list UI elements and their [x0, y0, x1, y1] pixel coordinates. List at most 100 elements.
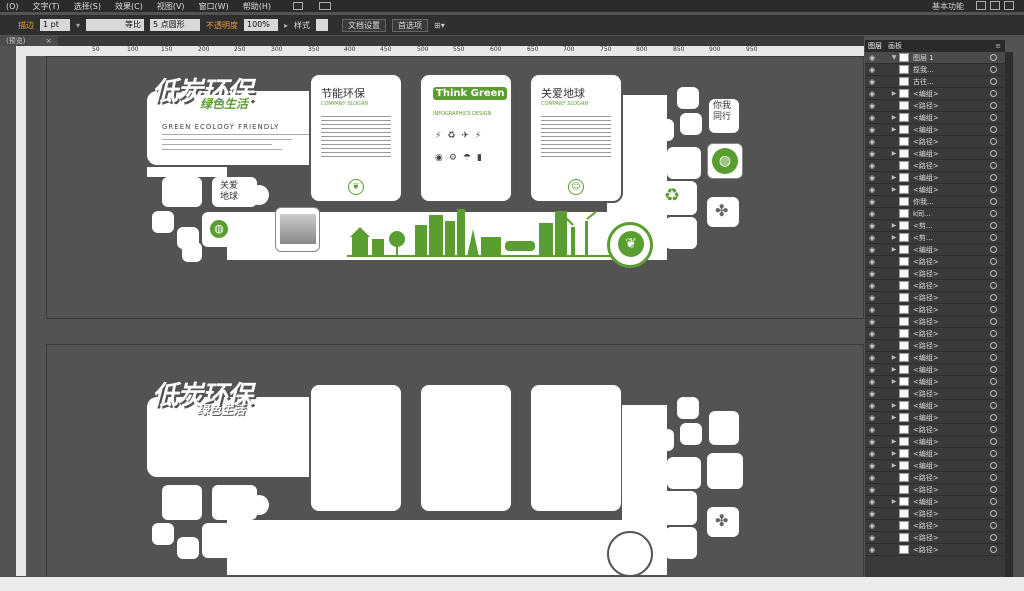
stroke-label[interactable]: 描边 [18, 20, 34, 31]
eye-icon[interactable]: ◉ [865, 246, 879, 254]
layer-row[interactable]: ◉ ▶ <编组> [865, 412, 1005, 424]
target-icon[interactable] [990, 498, 997, 505]
layer-row[interactable]: ◉ ▶ <剪... [865, 232, 1005, 244]
expand-arrow-icon[interactable]: ▶ [889, 186, 899, 193]
close-tab-icon[interactable]: × [46, 37, 52, 45]
maximize-icon[interactable] [990, 1, 1000, 10]
menu-item[interactable]: 视图(V) [157, 1, 185, 12]
eye-icon[interactable]: ◉ [865, 486, 879, 494]
target-icon[interactable] [990, 66, 997, 73]
layer-name[interactable]: <编组> [913, 149, 990, 159]
layer-name[interactable]: <编组> [913, 245, 990, 255]
layer-name[interactable]: <路径> [913, 521, 990, 531]
layer-row[interactable]: ◉ <路径> [865, 532, 1005, 544]
target-icon[interactable] [990, 78, 997, 85]
layer-row[interactable]: ◉ ▶ <编组> [865, 124, 1005, 136]
tab-layers[interactable]: 图层 [868, 41, 882, 51]
target-icon[interactable] [990, 366, 997, 373]
eye-icon[interactable]: ◉ [865, 306, 879, 314]
target-icon[interactable] [990, 102, 997, 109]
expand-arrow-icon[interactable]: ▶ [889, 378, 899, 385]
layer-name[interactable]: k同... [913, 209, 990, 219]
eye-icon[interactable]: ◉ [865, 114, 879, 122]
document-setup-button[interactable]: 文档设置 [342, 18, 387, 32]
arrange-icon[interactable]: ⊞▾ [434, 21, 445, 30]
layer-row[interactable]: ◉ ▶ <编组> [865, 436, 1005, 448]
layer-name[interactable]: <路径> [913, 317, 990, 327]
target-icon[interactable] [990, 354, 997, 361]
eye-icon[interactable]: ◉ [865, 474, 879, 482]
expand-arrow-icon[interactable]: ▶ [889, 90, 899, 97]
layer-name[interactable]: 图层 1 [913, 53, 990, 63]
eye-icon[interactable]: ◉ [865, 354, 879, 362]
artboard-2[interactable]: 低炭环保 绿色生活 ✤ [46, 344, 864, 576]
layer-name[interactable]: <编组> [913, 497, 990, 507]
target-icon[interactable] [990, 222, 997, 229]
preferences-button[interactable]: 首选项 [392, 18, 429, 32]
eye-icon[interactable]: ◉ [865, 126, 879, 134]
layer-name[interactable]: <路径> [913, 509, 990, 519]
target-icon[interactable] [990, 162, 997, 169]
layer-row[interactable]: ◉ <路径> [865, 424, 1005, 436]
eye-icon[interactable]: ◉ [865, 282, 879, 290]
eye-icon[interactable]: ◉ [865, 510, 879, 518]
opacity-label[interactable]: 不透明度 [206, 20, 238, 31]
eye-icon[interactable]: ◉ [865, 138, 879, 146]
expand-arrow-icon[interactable]: ▶ [889, 246, 899, 253]
target-icon[interactable] [990, 402, 997, 409]
layer-row[interactable]: ◉ ▶ <编组> [865, 88, 1005, 100]
target-icon[interactable] [990, 246, 997, 253]
expand-arrow-icon[interactable]: ▶ [889, 126, 899, 133]
expand-arrow-icon[interactable]: ▶ [889, 174, 899, 181]
layer-name[interactable]: <编组> [913, 125, 990, 135]
layer-name[interactable]: <编组> [913, 461, 990, 471]
target-icon[interactable] [990, 342, 997, 349]
stroke-weight-field[interactable]: 1 pt [40, 19, 70, 31]
layer-name[interactable]: <编组> [913, 365, 990, 375]
target-icon[interactable] [990, 210, 997, 217]
target-icon[interactable] [990, 414, 997, 421]
layer-row[interactable]: ◉ <路径> [865, 136, 1005, 148]
layer-name[interactable]: <路径> [913, 329, 990, 339]
layer-row[interactable]: ◉ ▶ <编组> [865, 112, 1005, 124]
layer-row[interactable]: ◉ <路径> [865, 304, 1005, 316]
target-icon[interactable] [990, 270, 997, 277]
layer-name[interactable]: <编组> [913, 353, 990, 363]
layer-name[interactable]: <编组> [913, 185, 990, 195]
menu-item[interactable]: 选择(S) [74, 1, 101, 12]
target-icon[interactable] [990, 438, 997, 445]
eye-icon[interactable]: ◉ [865, 150, 879, 158]
target-icon[interactable] [990, 330, 997, 337]
eye-icon[interactable]: ◉ [865, 174, 879, 182]
layer-name[interactable]: <剪... [913, 221, 990, 231]
target-icon[interactable] [990, 138, 997, 145]
target-icon[interactable] [990, 114, 997, 121]
layer-row[interactable]: ◉ <路径> [865, 340, 1005, 352]
layer-name[interactable]: <路径> [913, 545, 990, 555]
eye-icon[interactable]: ◉ [865, 450, 879, 458]
menu-item[interactable]: (O) [6, 2, 19, 11]
target-icon[interactable] [990, 486, 997, 493]
menu-item[interactable]: 文字(T) [33, 1, 60, 12]
target-icon[interactable] [990, 522, 997, 529]
eye-icon[interactable]: ◉ [865, 78, 879, 86]
eye-icon[interactable]: ◉ [865, 378, 879, 386]
target-icon[interactable] [990, 126, 997, 133]
eye-icon[interactable]: ◉ [865, 54, 879, 62]
layer-name[interactable]: <路径> [913, 425, 990, 435]
layer-row[interactable]: ◉ <路径> [865, 160, 1005, 172]
layer-name[interactable]: <编组> [913, 449, 990, 459]
eye-icon[interactable]: ◉ [865, 294, 879, 302]
scrollbar[interactable] [1005, 52, 1013, 577]
eye-icon[interactable]: ◉ [865, 258, 879, 266]
target-icon[interactable] [990, 546, 997, 553]
minimize-icon[interactable] [976, 1, 986, 10]
expand-arrow-icon[interactable]: ▶ [889, 366, 899, 373]
tab-artboards[interactable]: 画板 [888, 41, 902, 51]
eye-icon[interactable]: ◉ [865, 534, 879, 542]
chevron-down-icon[interactable]: ▾ [76, 21, 80, 30]
variable-width-profile[interactable]: 等比 [86, 19, 145, 31]
expand-arrow-icon[interactable]: ▶ [889, 450, 899, 457]
layer-row[interactable]: ◉ 揽我... [865, 64, 1005, 76]
brush-definition[interactable]: 5 点圆形 [150, 19, 201, 31]
